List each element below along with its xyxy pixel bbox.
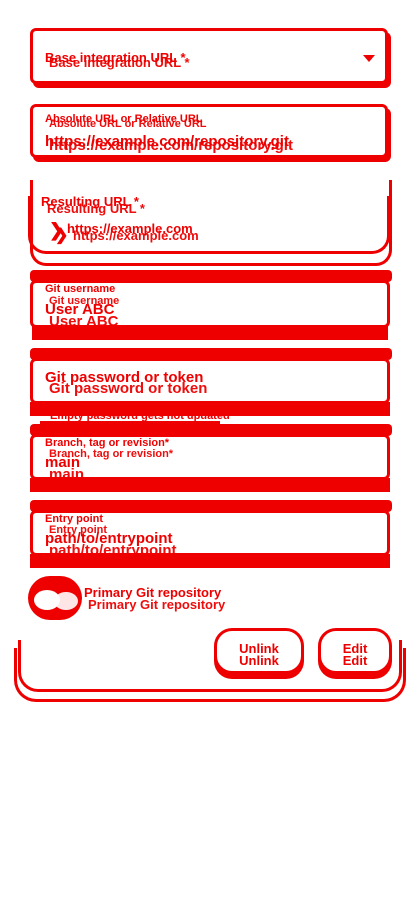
relative-url-value-echo: https://example.com/repository.git bbox=[49, 137, 293, 154]
toggle-knob-echo bbox=[54, 592, 78, 610]
chevron-down-icon[interactable] bbox=[363, 55, 375, 62]
resulting-url-value-echo: https://example.com bbox=[73, 228, 199, 243]
entry-point-field[interactable]: Entry point Entry point path/to/entrypoi… bbox=[30, 510, 390, 559]
relative-url-field[interactable]: Absolute URL or Relative URL Absolute UR… bbox=[30, 104, 388, 158]
branch-field[interactable]: Branch, tag or revision* Branch, tag or … bbox=[30, 434, 390, 483]
resulting-url-panel: Resulting URL * Resulting URL * ❯ ❯ http… bbox=[28, 195, 390, 254]
resulting-url-label-echo: Resulting URL * bbox=[47, 201, 145, 216]
git-username-label: Git username bbox=[45, 283, 116, 295]
unlink-button[interactable]: Unlink Unlink bbox=[214, 628, 304, 674]
git-username-value-echo: User ABC bbox=[49, 313, 119, 330]
branch-value-echo: main bbox=[49, 466, 85, 483]
primary-repo-toggle[interactable] bbox=[28, 576, 82, 620]
base-url-label-echo: Base integration URL * bbox=[49, 55, 190, 70]
unlink-button-label-echo: Unlink bbox=[239, 653, 279, 668]
git-password-field[interactable]: Git password or token Git password or to… bbox=[30, 358, 390, 404]
relative-url-label-echo: Absolute URL or Relative URL bbox=[49, 118, 207, 130]
primary-repo-label-echo: Primary Git repository bbox=[88, 597, 226, 612]
base-url-select[interactable]: Base integration URL * Base integration … bbox=[30, 28, 388, 84]
git-password-label-echo: Git password or token bbox=[49, 380, 208, 397]
entry-point-value-echo: path/to/entrypoint bbox=[49, 542, 177, 559]
edit-button[interactable]: Edit Edit bbox=[318, 628, 392, 674]
edit-button-label-echo: Edit bbox=[342, 653, 368, 668]
git-username-field[interactable]: Git username Git username User ABC User … bbox=[30, 280, 390, 330]
